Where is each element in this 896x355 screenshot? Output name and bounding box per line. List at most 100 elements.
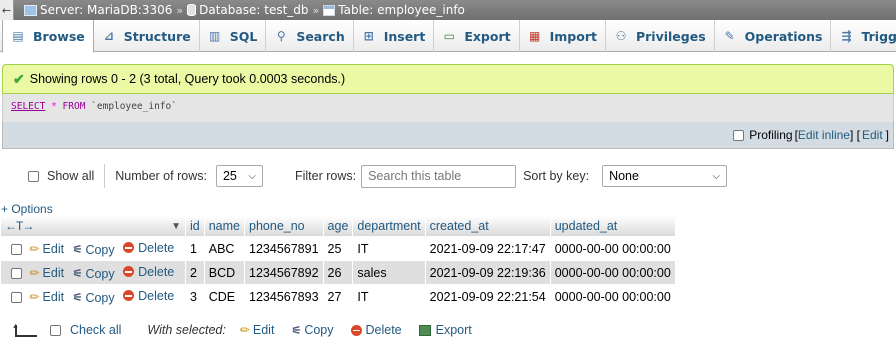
row-delete-button[interactable]: Delete bbox=[123, 289, 174, 303]
column-header-created-at[interactable]: created_at bbox=[425, 216, 550, 236]
row-edit-button[interactable]: ✏ Edit bbox=[29, 242, 64, 256]
row-delete-button[interactable]: Delete bbox=[123, 265, 174, 279]
bulk-delete-button[interactable]: Delete bbox=[350, 323, 402, 337]
bulk-edit-label: Edit bbox=[252, 323, 275, 337]
tab-export[interactable]: ▭ Export bbox=[434, 20, 520, 52]
filter-placeholder: Search this table bbox=[368, 169, 462, 183]
row-copy-button[interactable]: ⚟ Copy bbox=[73, 267, 115, 281]
cell-id[interactable]: 1 bbox=[186, 237, 204, 260]
table-row: ✏ Edit ⚟ Copy Delete 1 ABC 1234567891 25 I… bbox=[1, 237, 675, 260]
cell-name[interactable]: CDE bbox=[204, 285, 245, 308]
cell-updated-at[interactable]: 0000-00-00 00:00:00 bbox=[550, 237, 675, 260]
sql-from-keyword: FROM bbox=[62, 101, 86, 112]
tab-import[interactable]: ▦ Import bbox=[520, 20, 606, 52]
row-edit-label: Edit bbox=[42, 266, 65, 280]
cell-created-at[interactable]: 2021-09-09 22:21:54 bbox=[425, 285, 550, 308]
cell-department[interactable]: IT bbox=[353, 285, 425, 308]
cell-phone-no[interactable]: 1234567893 bbox=[245, 285, 323, 308]
cell-age[interactable]: 25 bbox=[323, 237, 353, 260]
row-edit-label: Edit bbox=[42, 290, 65, 304]
row-checkbox[interactable] bbox=[11, 292, 22, 304]
profiling-label: Profiling bbox=[749, 128, 793, 142]
cell-created-at[interactable]: 2021-09-09 22:17:47 bbox=[425, 237, 550, 260]
bulk-copy-button[interactable]: ⚟ Copy bbox=[291, 323, 333, 337]
breadcrumb-server-label[interactable]: Server: MariaDB:3306 bbox=[40, 3, 172, 17]
column-header-id[interactable]: id bbox=[186, 216, 204, 236]
tab-label: Triggers bbox=[861, 28, 896, 44]
table-row: ✏ Edit ⚟ Copy Delete 3 CDE 1234567893 27 I… bbox=[1, 285, 675, 308]
check-all-checkbox[interactable] bbox=[50, 324, 61, 336]
tab-browse[interactable]: ▤ Browse bbox=[2, 20, 94, 53]
cell-phone-no[interactable]: 1234567892 bbox=[245, 261, 323, 284]
row-checkbox[interactable] bbox=[11, 268, 22, 280]
cell-updated-at[interactable]: 0000-00-00 00:00:00 bbox=[550, 285, 675, 308]
sort-down-icon[interactable]: ▼ bbox=[171, 221, 181, 232]
tab-operations[interactable]: ✎ Operations bbox=[715, 20, 832, 52]
cell-department[interactable]: sales bbox=[353, 261, 425, 284]
row-edit-button[interactable]: ✏ Edit bbox=[29, 266, 64, 280]
chevron-down-icon: ⌵ bbox=[248, 170, 256, 182]
row-copy-label: Copy bbox=[85, 290, 115, 305]
column-header-name[interactable]: name bbox=[204, 216, 245, 236]
row-edit-label: Edit bbox=[42, 242, 65, 256]
column-header-department[interactable]: department bbox=[353, 216, 425, 236]
cell-phone-no[interactable]: 1234567891 bbox=[245, 237, 323, 260]
options-link[interactable]: + Options bbox=[1, 202, 53, 216]
bulk-export-button[interactable]: Export bbox=[418, 323, 472, 337]
tab-privileges[interactable]: ⚇ Privileges bbox=[606, 20, 715, 52]
tab-structure[interactable]: ⊿ Structure bbox=[94, 20, 200, 52]
cell-department[interactable]: IT bbox=[353, 237, 425, 260]
row-copy-button[interactable]: ⚟ Copy bbox=[73, 291, 115, 305]
filter-input[interactable]: Search this table bbox=[361, 164, 517, 188]
column-header-age[interactable]: age bbox=[323, 216, 353, 236]
bracket: ] [ bbox=[849, 128, 860, 142]
database-icon bbox=[187, 4, 197, 16]
search-icon: ⚲ bbox=[276, 29, 286, 43]
breadcrumb-table-label[interactable]: Table: employee_info bbox=[338, 3, 465, 17]
cell-age[interactable]: 26 bbox=[323, 261, 353, 284]
tab-triggers[interactable]: ⇶ Triggers bbox=[831, 20, 896, 52]
sql-select-keyword[interactable]: SELECT bbox=[11, 101, 45, 112]
tab-search[interactable]: ⚲ Search bbox=[266, 20, 354, 52]
bulk-copy-label: Copy bbox=[304, 323, 334, 337]
cell-id[interactable]: 3 bbox=[186, 285, 204, 308]
cell-id[interactable]: 2 bbox=[186, 261, 204, 284]
delete-icon bbox=[123, 242, 135, 253]
breadcrumb-separator: » bbox=[176, 3, 184, 17]
results-table: ←T→ ▼ id name phone_no age department cr… bbox=[0, 215, 676, 309]
edit-inline-link[interactable]: Edit inline bbox=[798, 128, 850, 142]
back-arrow-icon[interactable]: ← bbox=[0, 0, 14, 20]
cell-name[interactable]: ABC bbox=[204, 237, 245, 260]
edit-link[interactable]: Edit bbox=[862, 128, 883, 142]
column-header-phone-no[interactable]: phone_no bbox=[245, 216, 323, 236]
profiling-checkbox[interactable] bbox=[733, 129, 745, 141]
breadcrumb-database[interactable]: Database: test_db bbox=[187, 3, 309, 17]
cell-created-at[interactable]: 2021-09-09 22:19:36 bbox=[425, 261, 550, 284]
navigation-row: Show all Number of rows: 25 ⌵ Filter row… bbox=[0, 161, 896, 191]
tab-sql[interactable]: ▥ SQL bbox=[200, 20, 267, 52]
cell-updated-at[interactable]: 0000-00-00 00:00:00 bbox=[550, 261, 675, 284]
sort-select[interactable]: None ⌵ bbox=[602, 165, 728, 187]
bulk-export-label: Export bbox=[435, 323, 472, 337]
cell-name[interactable]: BCD bbox=[204, 261, 245, 284]
bulk-edit-button[interactable]: ✏ Edit bbox=[240, 323, 275, 337]
show-all-label[interactable]: Show all bbox=[47, 169, 94, 183]
row-delete-label: Delete bbox=[138, 240, 175, 255]
cell-age[interactable]: 27 bbox=[323, 285, 353, 308]
delete-icon bbox=[350, 324, 362, 336]
column-header-updated-at[interactable]: updated_at bbox=[550, 216, 675, 236]
breadcrumb-table[interactable]: Table: employee_info bbox=[323, 3, 465, 17]
rows-select[interactable]: 25 ⌵ bbox=[215, 165, 263, 187]
row-edit-button[interactable]: ✏ Edit bbox=[29, 290, 64, 304]
breadcrumb-database-label[interactable]: Database: test_db bbox=[199, 3, 308, 17]
tab-insert[interactable]: ⊞ Insert bbox=[354, 20, 435, 52]
row-copy-button[interactable]: ⚟ Copy bbox=[73, 243, 115, 257]
breadcrumb: ← Server: MariaDB:3306 » Database: test_… bbox=[0, 0, 896, 20]
table-header-row: ←T→ ▼ id name phone_no age department cr… bbox=[1, 216, 675, 236]
column-arrows-icon[interactable]: ←T→ bbox=[5, 219, 34, 233]
check-all-label[interactable]: Check all bbox=[70, 323, 121, 337]
breadcrumb-server[interactable]: Server: MariaDB:3306 bbox=[24, 3, 172, 17]
row-checkbox[interactable] bbox=[11, 244, 22, 256]
row-delete-button[interactable]: Delete bbox=[123, 241, 174, 255]
show-all-checkbox[interactable] bbox=[28, 170, 39, 182]
